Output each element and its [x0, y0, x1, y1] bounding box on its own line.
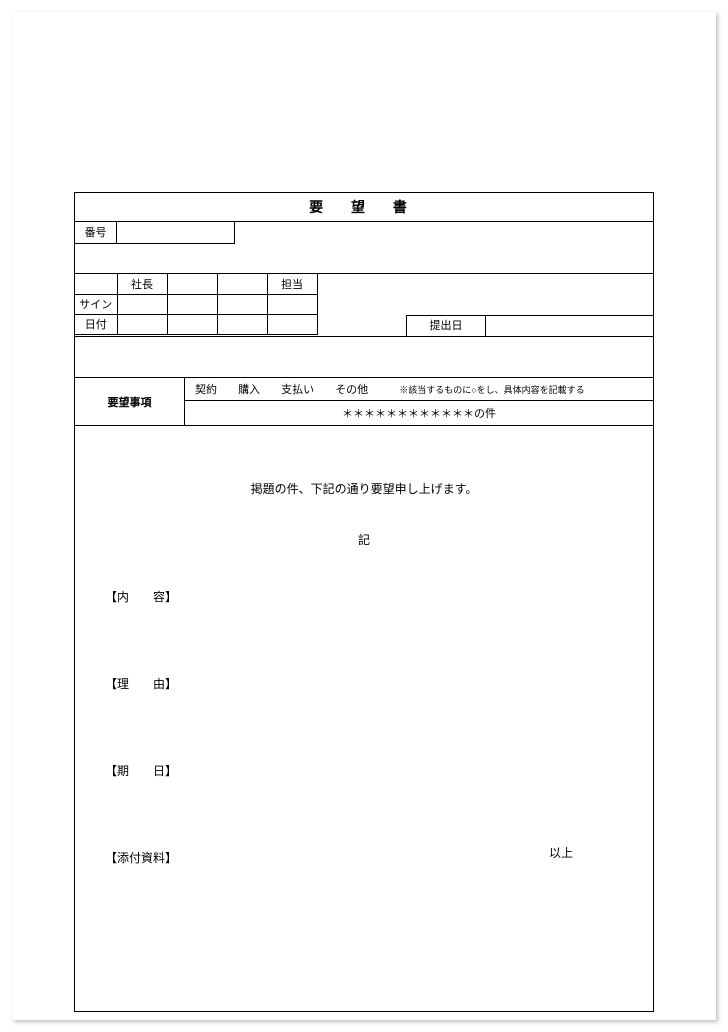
approval-col-president: 社長: [117, 274, 167, 294]
section-reason: 【理 由】: [105, 675, 623, 692]
page-title: 要 望 書: [74, 192, 654, 221]
approval-date-cell[interactable]: [217, 314, 267, 334]
section-attach: 【添付資料】: [105, 849, 623, 866]
body-box: 掲題の件、下記の通り要望申し上げます。 記 【内 容】 【理 由】 【期 日】 …: [74, 426, 654, 1012]
submit-date-box: 提出日: [406, 315, 654, 337]
approval-col-charge: 担当: [267, 274, 317, 294]
document-page: 要 望 書 番号 社長 担当 サイン 日付: [12, 12, 716, 1020]
request-label: 要望事項: [75, 378, 185, 425]
approval-blank-cell: [75, 274, 117, 294]
request-right: 契約 購入 支払い その他 ※該当するものに○をし、具体内容を記載する ＊＊＊＊…: [185, 378, 653, 425]
section-deadline: 【期 日】: [105, 762, 623, 779]
approval-col-blank: [167, 274, 217, 294]
request-hint: ※該当するものに○をし、具体内容を記載する: [399, 385, 584, 395]
approval-col-blank: [217, 274, 267, 294]
approval-sign-cell[interactable]: [267, 294, 317, 314]
approval-row-sign-label: サイン: [75, 294, 117, 314]
request-subject[interactable]: ＊＊＊＊＊＊＊＊＊＊＊＊の件: [185, 401, 653, 425]
body-ki: 記: [105, 531, 623, 548]
number-label: 番号: [75, 222, 117, 244]
approval-block: 社長 担当 サイン 日付 提出日: [74, 273, 654, 337]
approval-date-cell[interactable]: [167, 314, 217, 334]
body-intro: 掲題の件、下記の通り要望申し上げます。: [105, 480, 623, 497]
request-category[interactable]: 支払い: [281, 381, 314, 397]
number-value-cell[interactable]: [117, 222, 235, 244]
number-block: 番号: [74, 221, 654, 273]
body-end: 以上: [549, 844, 573, 861]
approval-date-cell[interactable]: [117, 314, 167, 334]
request-categories-row: 契約 購入 支払い その他 ※該当するものに○をし、具体内容を記載する: [185, 378, 653, 401]
approval-sign-cell[interactable]: [217, 294, 267, 314]
approval-table: 社長 担当 サイン 日付: [75, 274, 318, 335]
approval-sign-cell[interactable]: [117, 294, 167, 314]
request-category[interactable]: その他: [335, 381, 368, 397]
spacer: [74, 337, 654, 377]
approval-sign-cell[interactable]: [167, 294, 217, 314]
request-row: 要望事項 契約 購入 支払い その他 ※該当するものに○をし、具体内容を記載する…: [74, 377, 654, 426]
section-content: 【内 容】: [105, 588, 623, 605]
request-category[interactable]: 購入: [238, 381, 260, 397]
approval-date-cell[interactable]: [267, 314, 317, 334]
submit-date-value[interactable]: [486, 315, 654, 337]
request-category[interactable]: 契約: [195, 381, 217, 397]
approval-row-date-label: 日付: [75, 314, 117, 334]
submit-date-label: 提出日: [406, 315, 486, 337]
